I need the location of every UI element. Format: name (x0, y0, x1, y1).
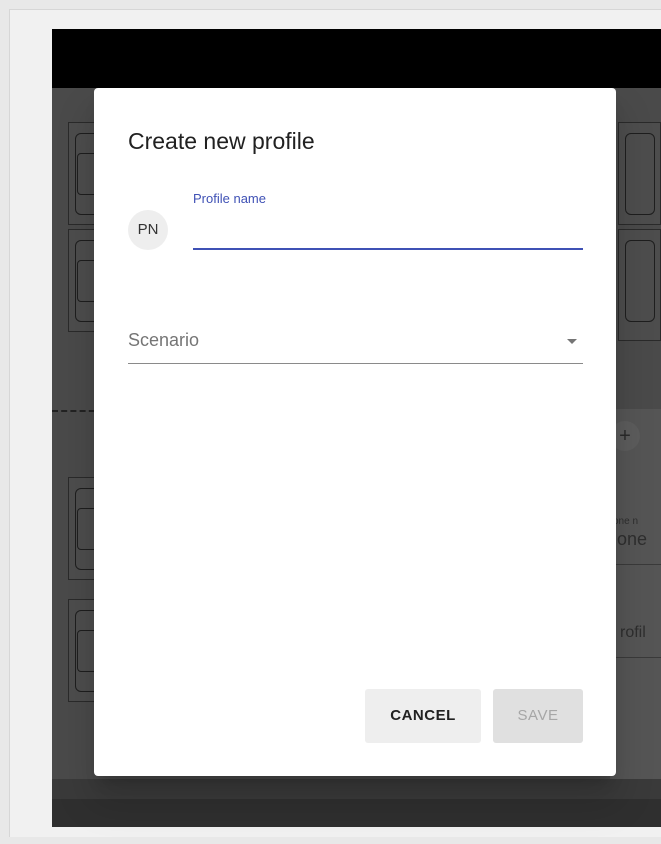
cancel-button[interactable]: CANCEL (365, 689, 481, 743)
save-button[interactable]: SAVE (493, 689, 583, 743)
divider (610, 564, 661, 565)
scenario-select[interactable]: Scenario (128, 326, 583, 364)
avatar: PN (128, 210, 168, 250)
app-bottom-bar (52, 779, 661, 827)
side-panel (610, 409, 661, 827)
zone-name-label: one n (613, 516, 639, 527)
device-tile (618, 122, 661, 225)
profile-label: rofil (620, 624, 646, 641)
dialog-title: Create new profile (128, 128, 315, 154)
profile-name-label: Profile name (193, 191, 266, 206)
zone-name-value: one (617, 529, 648, 549)
divider (610, 657, 661, 658)
profile-name-input[interactable] (193, 218, 583, 250)
scenario-placeholder: Scenario (128, 330, 200, 350)
create-profile-dialog: Create new profile PN Profile name Scena… (94, 88, 616, 776)
device-tile (618, 229, 661, 341)
chevron-down-icon (567, 339, 577, 344)
app-top-bar (52, 29, 661, 88)
